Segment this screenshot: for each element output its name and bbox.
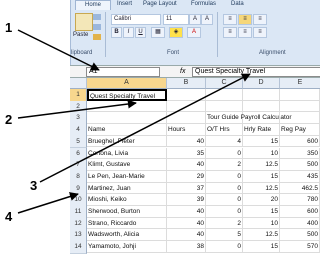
callout-1-arrow [17,29,100,71]
callout-arrows [17,29,251,214]
callout-3-arrow [39,73,251,183]
callout-2-arrow [17,99,137,119]
callout-4-arrow [17,192,79,214]
